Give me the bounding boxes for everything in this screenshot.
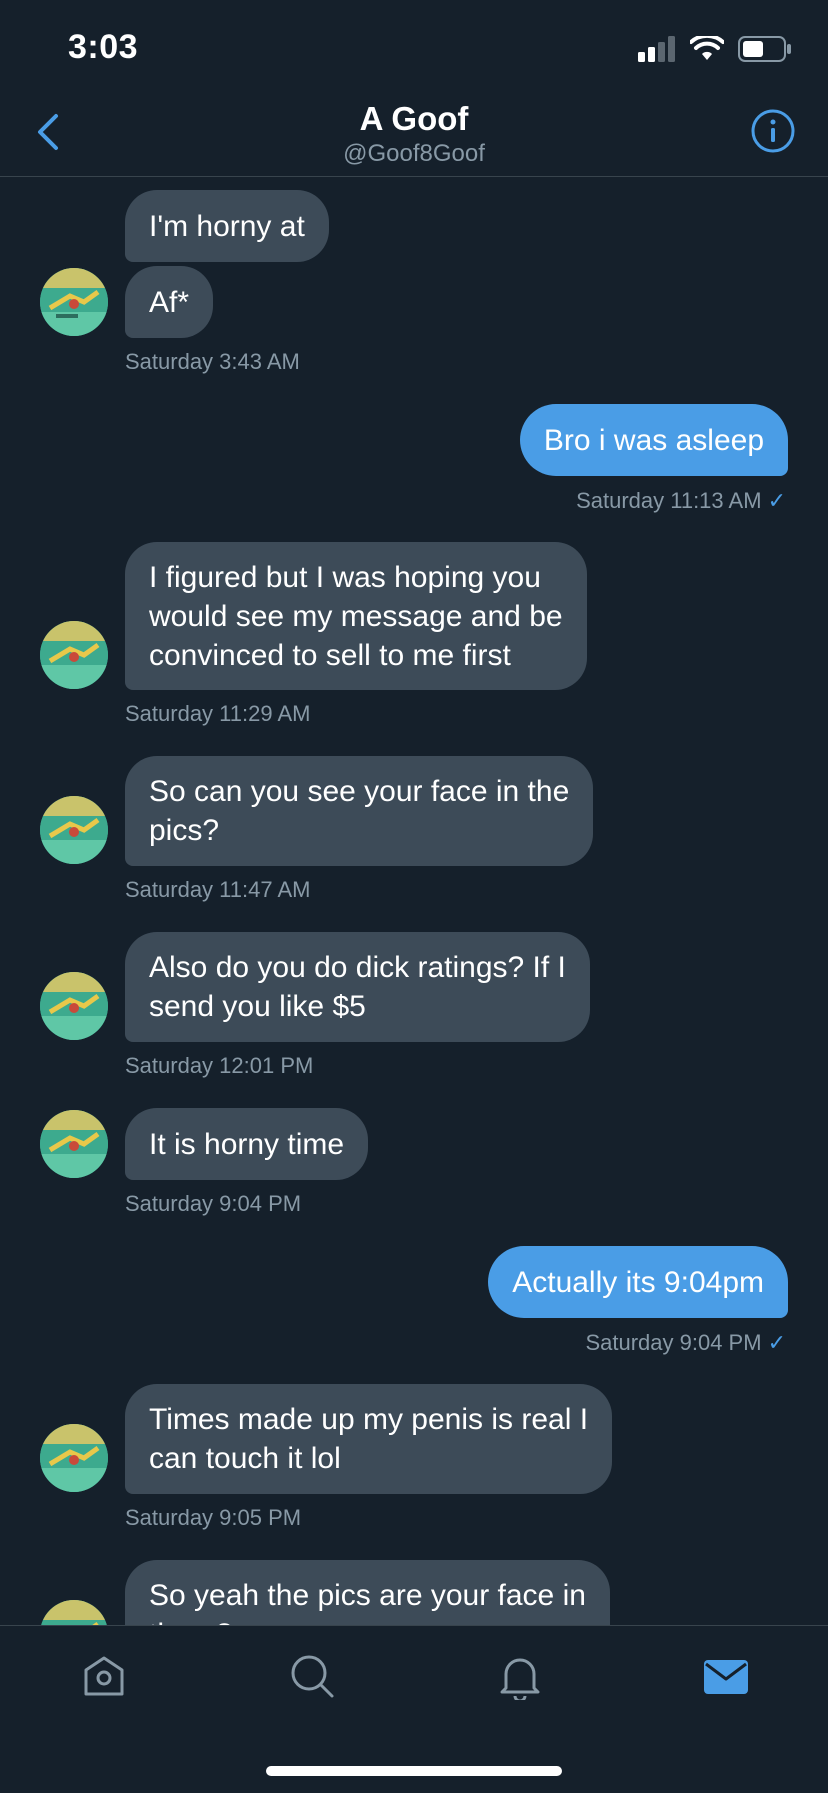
message-thread[interactable]: I'm horny at Af* Saturday 3:43 AM Bro i … [0,177,828,1625]
avatar[interactable] [40,796,108,864]
message-timestamp: Saturday 11:29 AM [125,701,311,726]
avatar[interactable] [40,268,108,336]
timestamp-text: Saturday 9:04 PM [585,1330,762,1355]
bell-icon[interactable] [496,1652,544,1700]
message-timestamp: Saturday 12:01 PM [125,1053,314,1078]
search-icon[interactable] [288,1652,336,1700]
avatar[interactable] [40,1600,108,1625]
incoming-message[interactable]: Times made up my penis is real I can tou… [125,1384,613,1494]
message-timestamp: Saturday 3:43 AM [125,349,300,374]
home-indicator[interactable] [266,1766,562,1776]
read-check-icon: ✓ [767,488,786,513]
mail-icon[interactable] [702,1652,750,1700]
conversation-title: A Goof [359,100,469,137]
wifi-icon [690,36,724,60]
signal-icon [638,36,675,62]
message-timestamp: Saturday 9:04 PM [125,1191,302,1216]
status-bar: 3:03 [0,0,828,100]
message-timestamp: Saturday 9:05 PM [125,1505,302,1530]
incoming-message[interactable]: So yeah the pics are your face in them? [125,1560,610,1625]
incoming-message[interactable]: I figured but I was hoping you would see… [125,542,587,690]
incoming-message[interactable]: Also do you do dick ratings? If I send y… [125,932,590,1042]
avatar[interactable] [40,1424,108,1492]
conversation-header: A Goof @Goof8Goof [0,100,828,177]
info-icon[interactable] [750,108,796,154]
incoming-message[interactable]: So can you see your face in the pics? [125,756,594,866]
status-icons [636,36,792,62]
timestamp-text: Saturday 11:13 AM [576,488,762,513]
outgoing-message[interactable]: Actually its 9:04pm [488,1246,788,1318]
read-check-icon: ✓ [767,1330,786,1355]
incoming-message[interactable]: Af* [125,266,214,338]
status-time: 3:03 [68,28,139,66]
conversation-handle: @Goof8Goof [343,140,485,167]
avatar[interactable] [40,1110,108,1178]
incoming-message[interactable]: It is horny time [125,1108,369,1180]
message-timestamp: Saturday 9:04 PM ✓ [585,1330,786,1356]
home-icon[interactable] [80,1652,128,1700]
avatar[interactable] [40,621,108,689]
outgoing-message[interactable]: Bro i was asleep [519,404,788,476]
message-timestamp: Saturday 11:13 AM ✓ [576,488,786,514]
battery-icon [738,36,791,62]
message-timestamp: Saturday 11:47 AM [125,877,311,902]
avatar[interactable] [40,972,108,1040]
incoming-message[interactable]: I'm horny at [125,190,329,262]
